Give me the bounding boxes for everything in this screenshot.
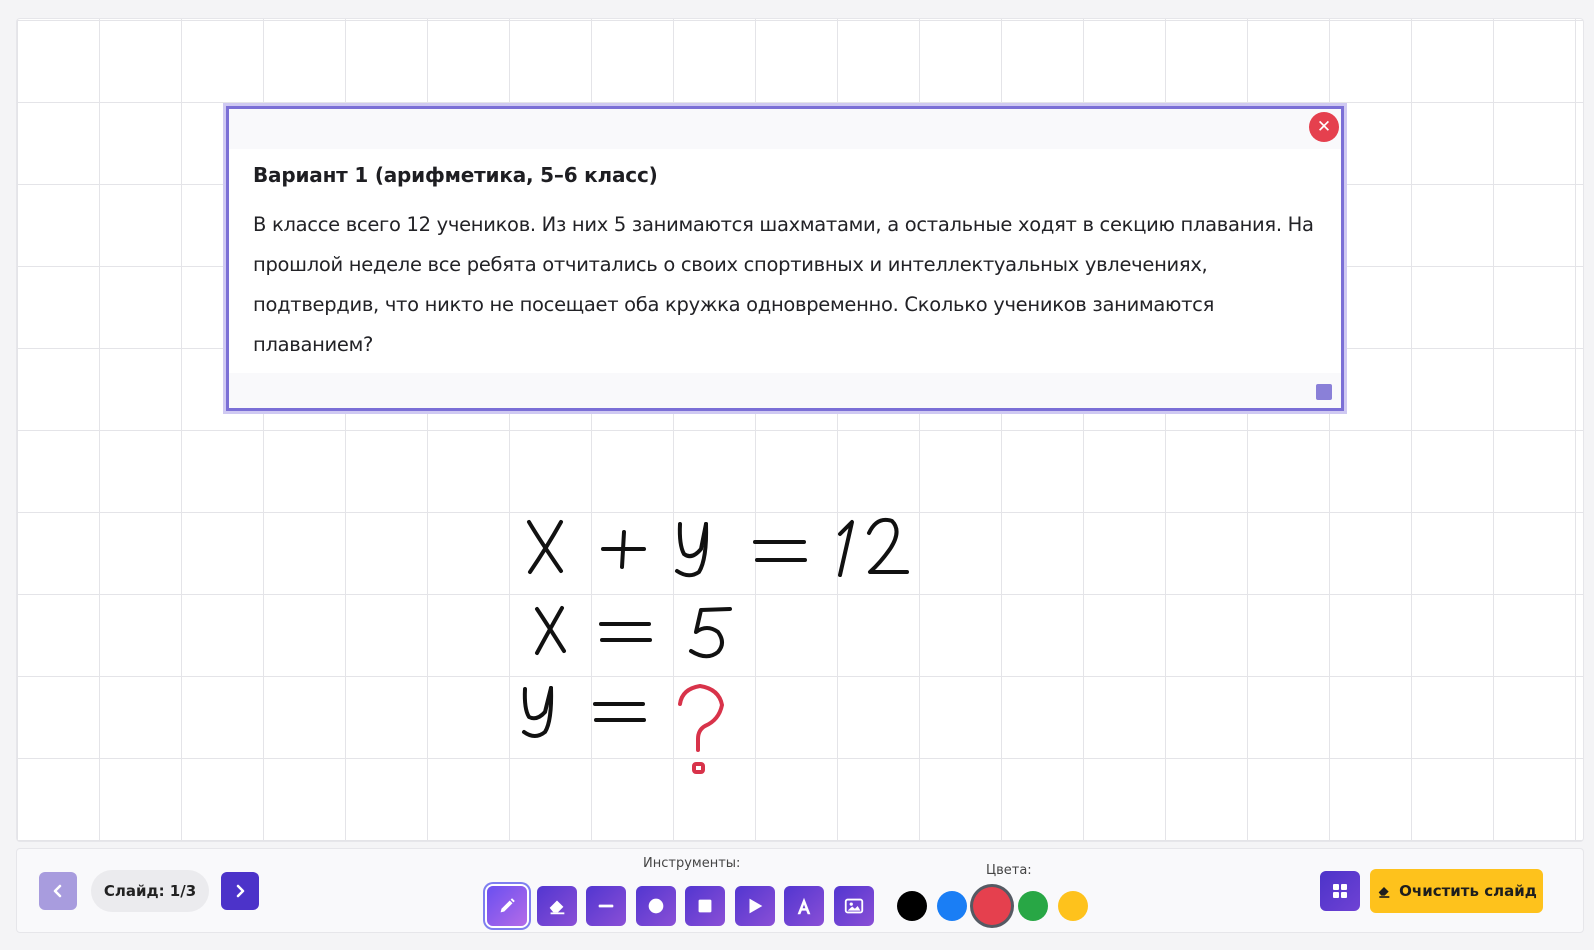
color-swatch-green[interactable] — [1018, 891, 1048, 921]
square-tool-button[interactable] — [685, 886, 725, 926]
bottom-toolbar: Слайд: 1/3 Инструменты: Цвета: Очистить … — [16, 848, 1584, 933]
square-icon — [698, 899, 712, 913]
text-icon — [797, 897, 811, 915]
tools-label: Инструменты: — [643, 856, 741, 871]
chevron-left-icon — [53, 884, 62, 898]
clear-slide-button[interactable]: Очистить слайд — [1370, 869, 1543, 913]
colors-label: Цвета: — [986, 863, 1032, 878]
circle-tool-button[interactable] — [636, 886, 676, 926]
grid-icon — [1333, 884, 1347, 898]
clear-slide-label: Очистить слайд — [1399, 882, 1537, 900]
line-icon — [598, 904, 614, 908]
eraser-icon — [549, 900, 565, 915]
line-tool-button[interactable] — [586, 886, 626, 926]
color-swatch-black[interactable] — [897, 891, 927, 921]
eraser-tool-button[interactable] — [537, 886, 577, 926]
text-tool-button[interactable] — [784, 886, 824, 926]
prev-slide-button[interactable] — [39, 872, 77, 910]
pencil-icon — [500, 898, 515, 913]
pencil-tool-button[interactable] — [487, 886, 527, 926]
chevron-right-icon — [236, 884, 245, 898]
color-swatch-yellow[interactable] — [1058, 891, 1088, 921]
whiteboard-canvas[interactable]: Вариант 1 (арифметика, 5–6 класс) В клас… — [16, 18, 1584, 842]
slide-indicator: Слайд: 1/3 — [91, 870, 209, 912]
triangle-tool-button[interactable] — [735, 886, 775, 926]
eraser-icon — [1378, 887, 1390, 898]
color-swatch-blue[interactable] — [937, 891, 967, 921]
handwriting-line-3 — [522, 684, 724, 774]
handwriting-layer — [522, 517, 909, 774]
circle-icon — [648, 898, 664, 914]
triangle-icon — [749, 898, 763, 914]
handwriting-line-1 — [527, 517, 909, 578]
next-slide-button[interactable] — [221, 872, 259, 910]
grid-toggle-button[interactable] — [1320, 871, 1360, 911]
image-icon — [844, 898, 864, 914]
image-tool-button[interactable] — [834, 886, 874, 926]
handwriting-line-2 — [535, 606, 732, 659]
color-swatch-red[interactable] — [973, 887, 1011, 925]
